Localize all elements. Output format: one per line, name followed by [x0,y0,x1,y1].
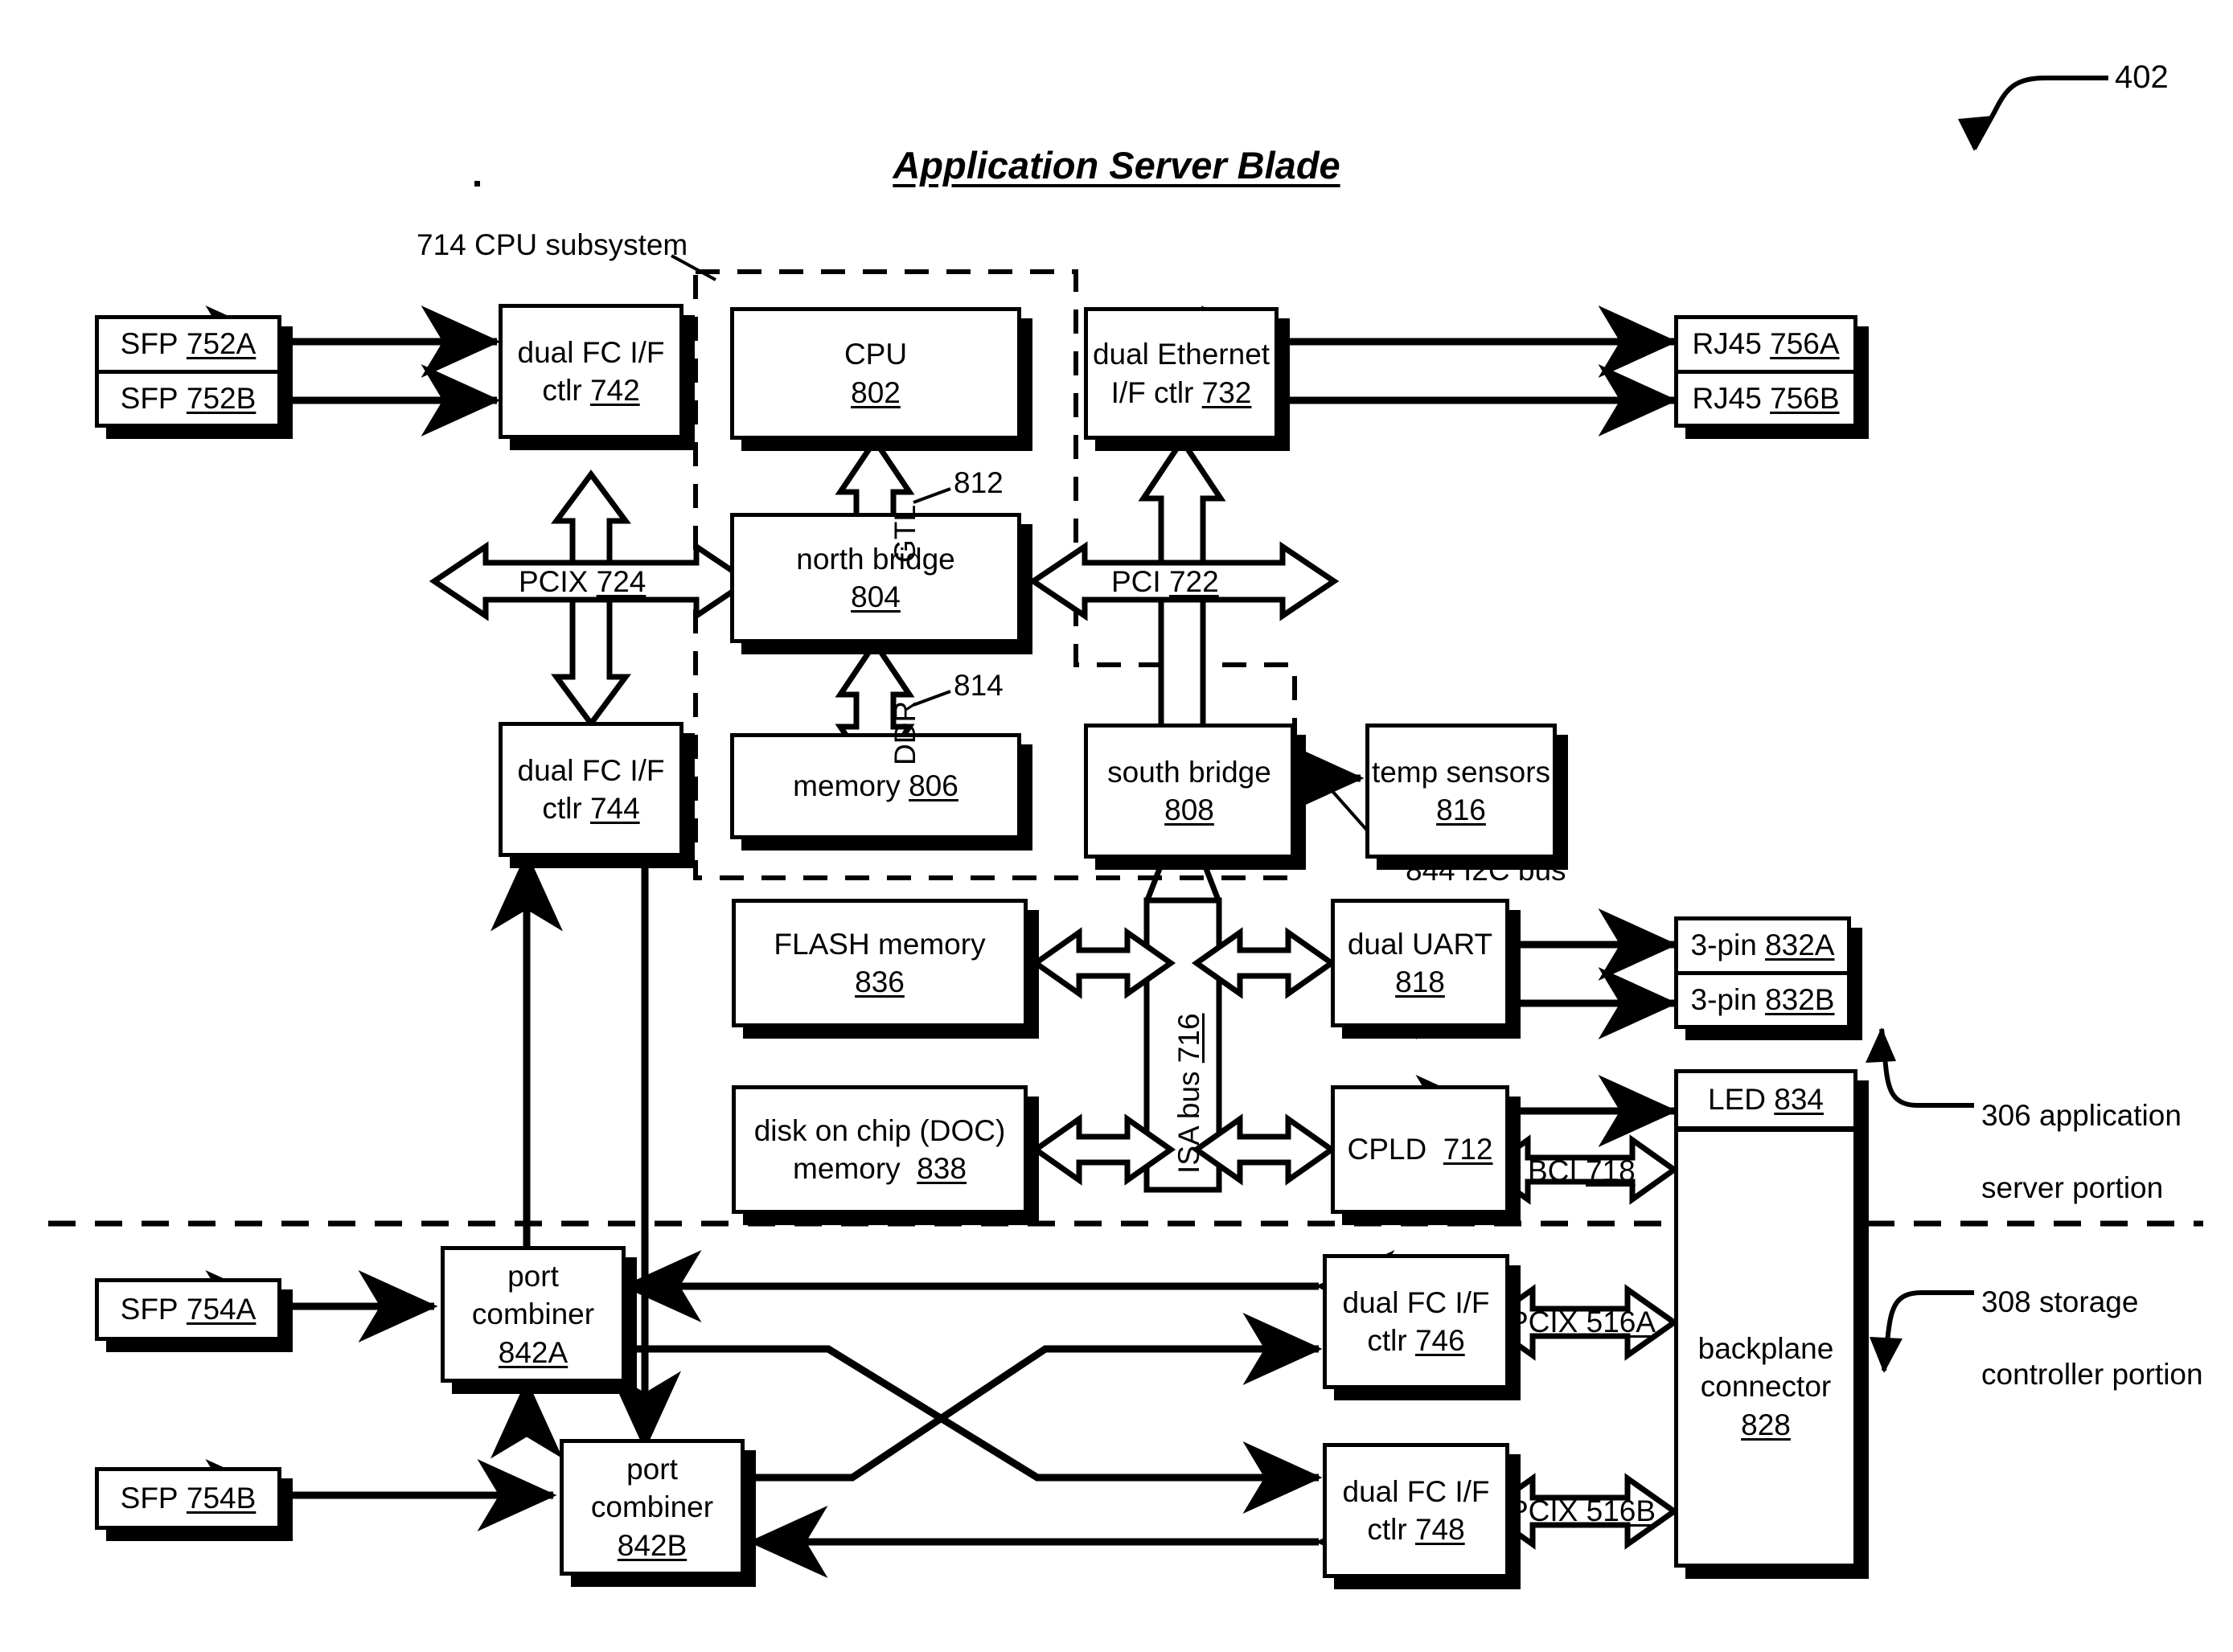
block-dual-ethernet-732: dual Ethernet I/F ctlr 732 [1084,307,1279,440]
block-dual-fc-742: dual FC I/F ctlr 742 [499,304,683,439]
bus-ref-812: 812 [954,466,1004,499]
block-doc-memory-838: disk on chip (DOC) memory 838 [732,1085,1028,1214]
block-sfp-752b: SFP 752B [99,369,277,424]
block-3pin-832b: 3-pin 832B [1678,970,1847,1026]
block-rj45-756a: RJ45 756A [1692,327,1840,361]
bus-ref-814: 814 [954,669,1004,702]
annotation-application-server-portion: 306 application server portion [1981,1099,2182,1205]
block-memory-806: memory 806 [730,733,1021,839]
bus-label-pci-722: PCI 722 [1111,565,1219,598]
bus-label-i2c-844: 844 I2C bus [1406,854,1566,887]
pin3-832-pair: 3-pin 832A 3-pin 832B [1674,916,1851,1029]
block-north-bridge-804: north bridge 804 [730,513,1021,643]
rj45-756-pair: RJ45 756A RJ45 756B [1674,315,1857,428]
sfp-752-pair: SFP 752A SFP 752B [95,315,281,428]
figure-canvas: Application Server Blade SFP 752A SFP 75… [0,0,2233,1652]
block-temp-sensors-816: temp sensors 816 [1365,724,1557,859]
annotation-cpu-subsystem: 714 CPU subsystem [417,228,688,261]
block-dual-fc-748: dual FC I/F ctlr 748 [1323,1443,1509,1578]
block-3pin-832a: 3-pin 832A [1690,928,1835,962]
figure-reference-402: 402 [2115,59,2169,95]
block-dual-fc-746: dual FC I/F ctlr 746 [1323,1254,1509,1389]
bus-label-pcix-724: PCIX 724 [519,565,647,598]
annotation-storage-controller-portion: 308 storage controller portion [1981,1285,2203,1392]
artifact-dot [474,181,480,187]
block-port-combiner-842b: port combiner 842B [560,1439,745,1576]
bus-label-pcix-516b: PCIX 516B [1509,1494,1656,1527]
bus-label-isa-716: ISA bus 716 [1172,1013,1205,1174]
block-cpld-712: CPLD 712 [1331,1085,1509,1214]
block-rj45-756b: RJ45 756B [1678,369,1853,424]
block-flash-memory-836: FLASH memory 836 [732,899,1028,1027]
block-sfp-754b: SFP 754B [95,1467,281,1530]
block-cpu-802: CPU 802 [730,307,1021,440]
block-dual-uart-818: dual UART 818 [1331,899,1509,1027]
bus-label-bci-718: BCI 718 [1528,1154,1636,1187]
block-sfp-752a: SFP 752A [120,327,257,361]
block-backplane-connector-828: backplane connector 828 [1674,1069,1857,1568]
block-led-834: LED 834 [1674,1069,1857,1132]
bus-label-ddr: DDR [889,700,922,765]
block-dual-fc-744: dual FC I/F ctlr 744 [499,722,683,857]
bus-label-pcix-516a: PCIX 516A [1509,1306,1656,1338]
bus-label-gtl: GTL [889,505,922,563]
block-south-bridge-808: south bridge 808 [1084,724,1295,859]
block-sfp-754a: SFP 754A [95,1278,281,1341]
block-port-combiner-842a: port combiner 842A [441,1246,626,1383]
